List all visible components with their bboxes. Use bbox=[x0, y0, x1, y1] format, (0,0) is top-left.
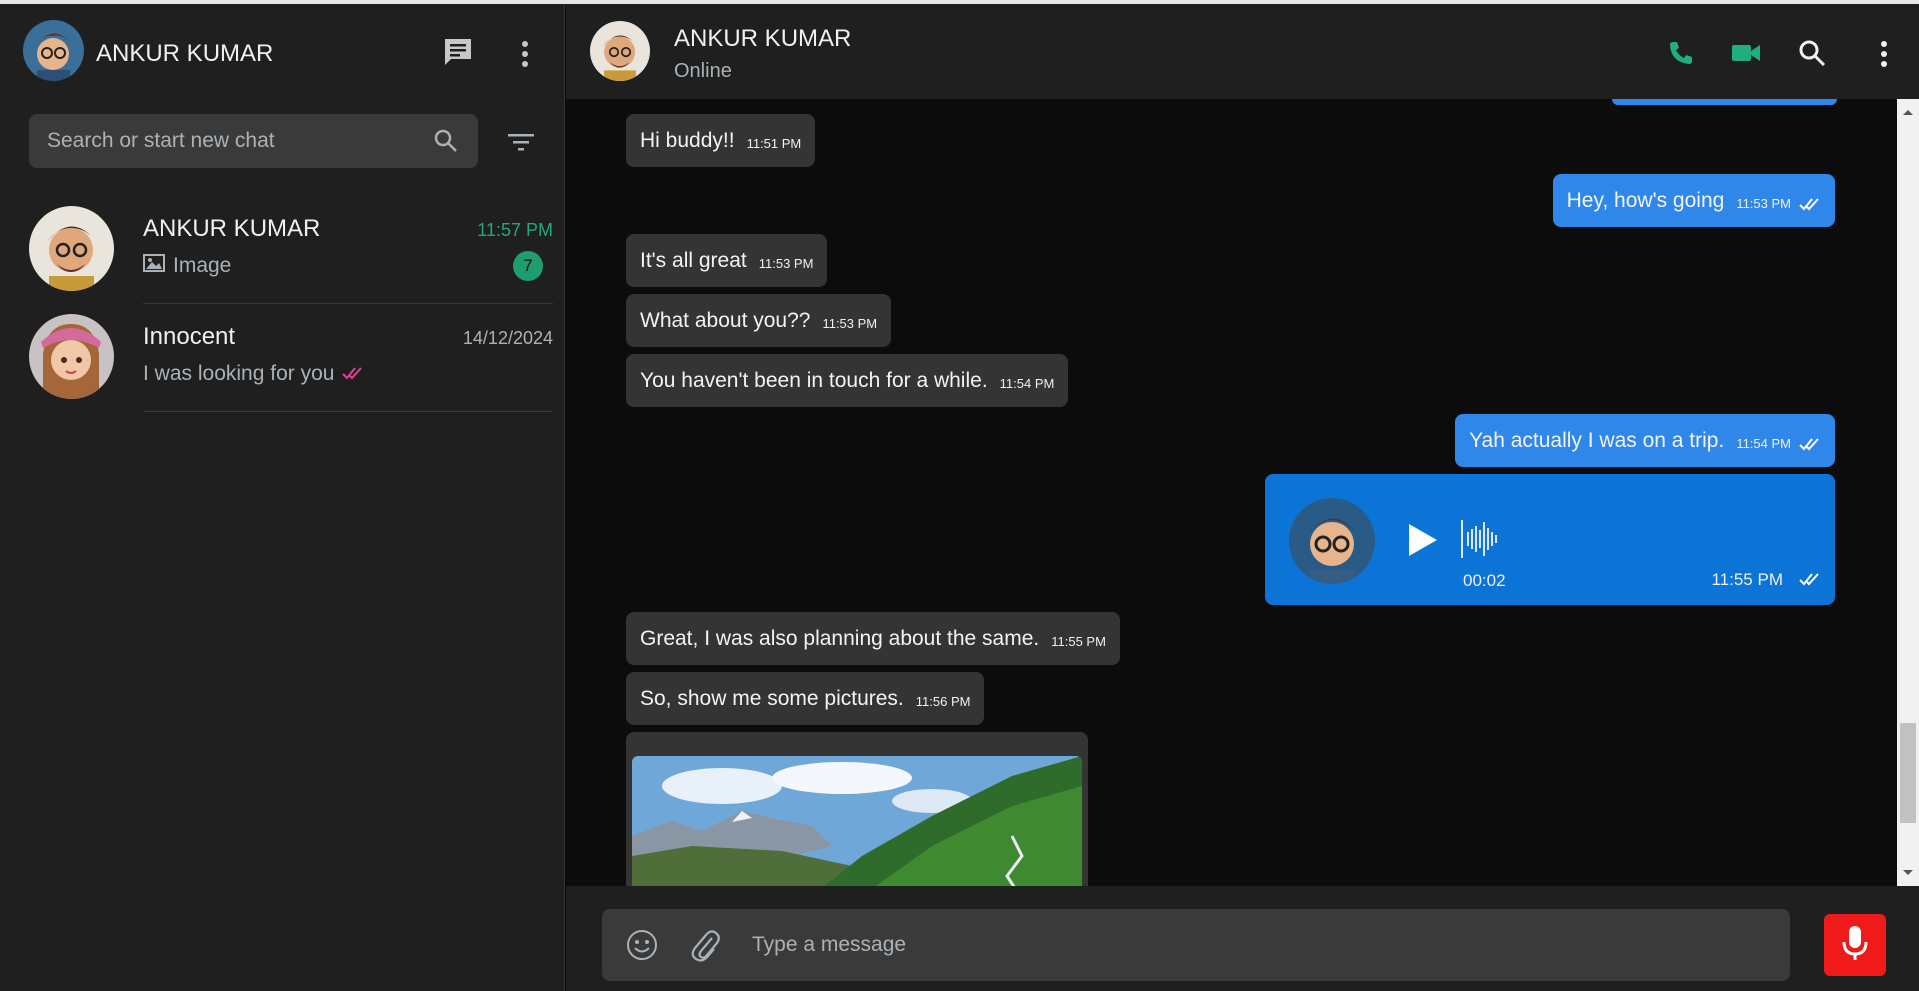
preview-text: I was looking for you bbox=[143, 362, 335, 385]
message-text: Hey, how's going bbox=[1566, 188, 1725, 212]
search-icon[interactable] bbox=[433, 128, 459, 154]
sidebar: ANKUR KUMAR ANKUR KUMAR 11:57 PM bbox=[0, 4, 565, 991]
unread-badge: 7 bbox=[513, 251, 543, 281]
conversation-pane: ANKUR KUMAR Online Hi buddy!! 11:51 PM H… bbox=[566, 4, 1919, 991]
composer-bar bbox=[566, 886, 1919, 991]
contact-avatar bbox=[29, 206, 114, 291]
chat-list-item-innocent[interactable]: Innocent 14/12/2024 I was looking for yo… bbox=[0, 304, 565, 412]
voice-duration: 00:02 bbox=[1463, 571, 1506, 590]
read-ticks-icon bbox=[1799, 572, 1821, 591]
chat-list-item-ankur[interactable]: ANKUR KUMAR 11:57 PM Image 7 bbox=[0, 196, 565, 304]
message-time: 11:54 PM bbox=[1736, 436, 1791, 451]
scrollbar[interactable] bbox=[1897, 99, 1919, 886]
last-message-preview: I was looking for you bbox=[143, 362, 364, 386]
scroll-down-arrow-icon[interactable] bbox=[1902, 864, 1914, 882]
contact-avatar[interactable] bbox=[590, 21, 650, 81]
message-text: Great, I was also planning about the sam… bbox=[640, 626, 1040, 650]
emoji-icon[interactable] bbox=[626, 929, 658, 961]
contact-name: Innocent bbox=[143, 323, 236, 350]
message-time: 11:53 PM bbox=[822, 316, 878, 331]
message-composer bbox=[602, 909, 1790, 981]
voice-sender-avatar bbox=[1289, 498, 1375, 584]
read-ticks-icon bbox=[342, 362, 364, 386]
waveform-icon bbox=[1460, 516, 1504, 562]
message-time: 11:55 PM bbox=[1051, 634, 1106, 649]
message-time: 11:56 PM bbox=[915, 694, 971, 709]
divider bbox=[143, 411, 553, 412]
message-bubble-incoming: Great, I was also planning about the sam… bbox=[626, 612, 1120, 665]
contact-avatar bbox=[29, 314, 114, 399]
message-bubble-incoming: It's all great 11:53 PM bbox=[626, 234, 828, 287]
preview-text: Image bbox=[173, 254, 232, 277]
message-bubble-incoming: What about you?? 11:53 PM bbox=[626, 294, 892, 347]
video-call-icon[interactable] bbox=[1729, 38, 1763, 68]
search-input[interactable] bbox=[47, 114, 427, 168]
message-time: 11:53 PM bbox=[1736, 196, 1791, 211]
my-name: ANKUR KUMAR bbox=[96, 40, 274, 67]
scroll-up-arrow-icon[interactable] bbox=[1902, 103, 1914, 121]
message-text: Hi buddy!! bbox=[640, 128, 735, 152]
message-list[interactable]: Hi buddy!! 11:51 PM Hey, how's going 11:… bbox=[566, 99, 1919, 886]
read-ticks-icon bbox=[1799, 437, 1821, 451]
message-text: You haven't been in touch for a while. bbox=[640, 368, 988, 392]
my-avatar[interactable] bbox=[23, 20, 84, 81]
voice-call-icon[interactable] bbox=[1666, 38, 1696, 68]
voice-message-bubble: 00:02 11:55 PM bbox=[1265, 474, 1835, 605]
message-text: Yah actually I was on a trip. bbox=[1469, 428, 1725, 452]
message-bubble-incoming: So, show me some pictures. 11:56 PM bbox=[626, 672, 985, 725]
message-bubble-incoming: You haven't been in touch for a while. 1… bbox=[626, 354, 1069, 407]
mountain-photo[interactable] bbox=[632, 756, 1082, 886]
message-text: What about you?? bbox=[640, 308, 811, 332]
message-time: 11:51 PM bbox=[746, 136, 802, 151]
sidebar-menu-icon[interactable] bbox=[510, 34, 540, 74]
message-bubble-partial bbox=[1612, 99, 1837, 105]
scrollbar-thumb[interactable] bbox=[1900, 723, 1916, 823]
contact-name: ANKUR KUMAR bbox=[143, 215, 321, 242]
contact-name: ANKUR KUMAR bbox=[674, 25, 852, 52]
new-chat-icon[interactable] bbox=[440, 34, 476, 70]
last-message-preview: Image bbox=[143, 254, 231, 278]
voice-record-button[interactable] bbox=[1824, 914, 1886, 976]
image-message-bubble[interactable] bbox=[626, 732, 1088, 886]
contact-status: Online bbox=[674, 60, 732, 82]
message-bubble-outgoing: Yah actually I was on a trip. 11:54 PM bbox=[1455, 414, 1835, 467]
chat-menu-icon[interactable] bbox=[1869, 34, 1899, 74]
message-time: 11:54 PM bbox=[999, 376, 1055, 391]
message-input[interactable] bbox=[752, 909, 1752, 981]
sidebar-header: ANKUR KUMAR bbox=[0, 4, 565, 102]
message-bubble-incoming: Hi buddy!! 11:51 PM bbox=[626, 114, 816, 167]
filter-icon[interactable] bbox=[506, 130, 536, 154]
image-icon bbox=[143, 254, 165, 278]
last-message-time: 11:57 PM bbox=[477, 220, 553, 240]
message-text: It's all great bbox=[640, 248, 747, 272]
message-time: 11:53 PM bbox=[758, 256, 814, 271]
app-window: ANKUR KUMAR ANKUR KUMAR 11:57 PM bbox=[0, 0, 1919, 991]
message-bubble-outgoing: Hey, how's going 11:53 PM bbox=[1552, 174, 1835, 227]
microphone-icon bbox=[1841, 924, 1869, 967]
message-text: So, show me some pictures. bbox=[640, 686, 904, 710]
last-message-time: 14/12/2024 bbox=[462, 328, 553, 348]
chat-header: ANKUR KUMAR Online bbox=[566, 4, 1919, 99]
play-icon[interactable] bbox=[1405, 522, 1439, 558]
attach-icon[interactable] bbox=[688, 927, 722, 963]
message-time: 11:55 PM bbox=[1711, 570, 1783, 589]
search-bar bbox=[29, 114, 478, 168]
read-ticks-icon bbox=[1799, 197, 1821, 211]
chat-search-icon[interactable] bbox=[1796, 37, 1828, 69]
